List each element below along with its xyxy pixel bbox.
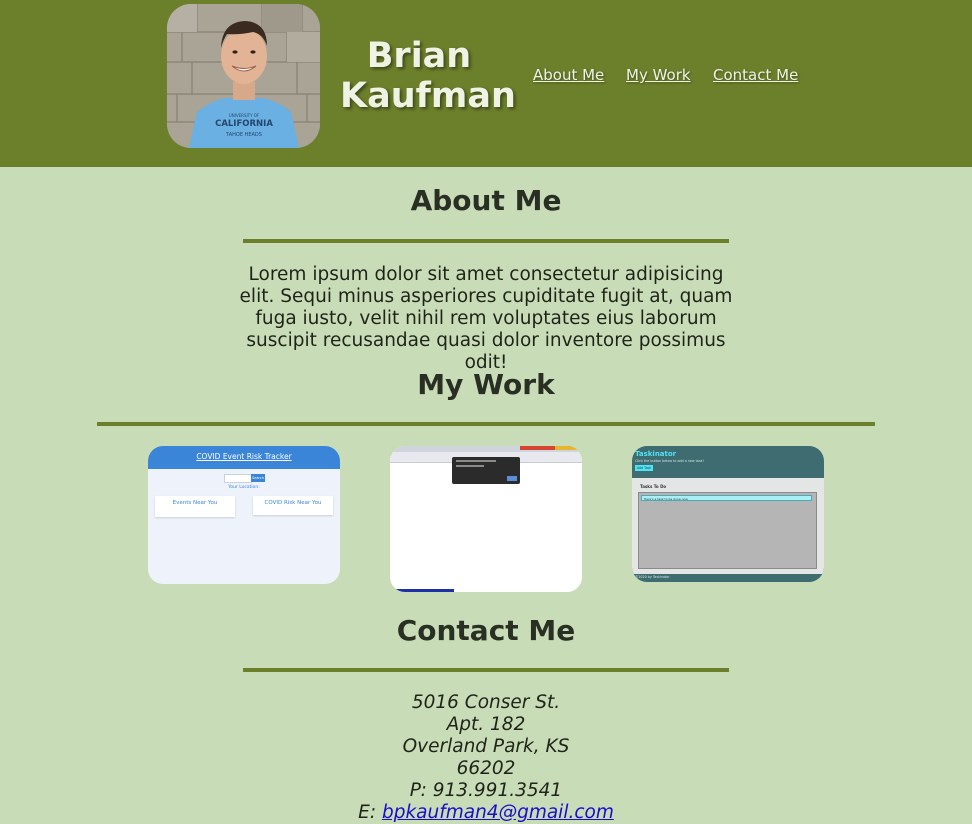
add-task-button: Add Task — [635, 465, 653, 471]
email-prefix: E: — [358, 802, 382, 823]
search-button: Search — [251, 474, 265, 482]
about-paragraph: Lorem ipsum dolor sit amet consectetur a… — [239, 264, 733, 373]
nav-link-about-me[interactable]: About Me — [533, 66, 604, 84]
email-link[interactable]: bpkaufman4@gmail.com — [382, 802, 614, 823]
work-divider — [97, 422, 875, 426]
dialog-box — [452, 457, 520, 484]
address-city: Overland Park, KS — [402, 736, 570, 757]
dialog-text-line — [456, 460, 496, 462]
tasks-header: Tasks To Do — [640, 484, 667, 489]
loading-bar — [390, 589, 454, 592]
project-card-covid-tracker[interactable]: COVID Event Risk Tracker Search Your Loc… — [148, 446, 340, 584]
dialog-text-line-2 — [456, 465, 484, 467]
site-title: Brian Kaufman — [340, 36, 516, 116]
avatar: CALIFORNIA UNIVERSITY OF TAHOE HEADS — [167, 4, 320, 148]
taskinator-footer: ©2020 by Taskinator — [635, 575, 670, 579]
nav-link-my-work[interactable]: My Work — [626, 66, 691, 84]
dialog-ok-button — [507, 476, 517, 481]
address-street: 5016 Conser St. — [411, 692, 561, 713]
svg-text:TAHOE HEADS: TAHOE HEADS — [225, 132, 262, 138]
profile-photo: CALIFORNIA UNIVERSITY OF TAHOE HEADS — [167, 4, 320, 148]
task-list — [638, 492, 817, 569]
project-title: COVID Event Risk Tracker — [196, 452, 292, 461]
browser-tab-highlight-2 — [555, 446, 580, 450]
contact-divider — [243, 668, 729, 672]
location-input — [224, 474, 252, 483]
site-title-first-name: Brian — [366, 36, 472, 76]
email-line: E: bpkaufman4@gmail.com — [0, 802, 972, 824]
work-section-title: My Work — [417, 368, 555, 401]
nav-link-contact-me[interactable]: Contact Me — [713, 66, 798, 84]
risk-card: COVID Risk Near You — [253, 496, 333, 515]
taskinator-title: Taskinator — [635, 450, 677, 458]
svg-text:UNIVERSITY OF: UNIVERSITY OF — [229, 113, 260, 118]
contact-details: 5016 Conser St. Apt. 182 Overland Park, … — [0, 692, 972, 824]
site-title-last-name: Kaufman — [340, 76, 516, 116]
task-item: Here's a task to be done now — [641, 495, 812, 501]
address-apt: Apt. 182 — [446, 714, 526, 735]
events-card: Events Near You — [155, 496, 235, 517]
phone-number: P: 913.991.3541 — [409, 780, 563, 801]
about-divider — [243, 239, 729, 243]
project-card-browser-app[interactable] — [390, 446, 582, 592]
address-zip: 66202 — [456, 758, 516, 779]
location-label: Your Location: — [228, 485, 260, 490]
about-section-title: About Me — [410, 184, 562, 217]
project-card-taskinator[interactable]: Taskinator Click the button below to add… — [632, 446, 824, 582]
svg-text:CALIFORNIA: CALIFORNIA — [215, 119, 273, 129]
site-header: CALIFORNIA UNIVERSITY OF TAHOE HEADS Bri… — [0, 0, 972, 167]
taskinator-subtitle: Click the button below to add a new task… — [635, 459, 704, 463]
contact-section-title: Contact Me — [396, 614, 576, 647]
